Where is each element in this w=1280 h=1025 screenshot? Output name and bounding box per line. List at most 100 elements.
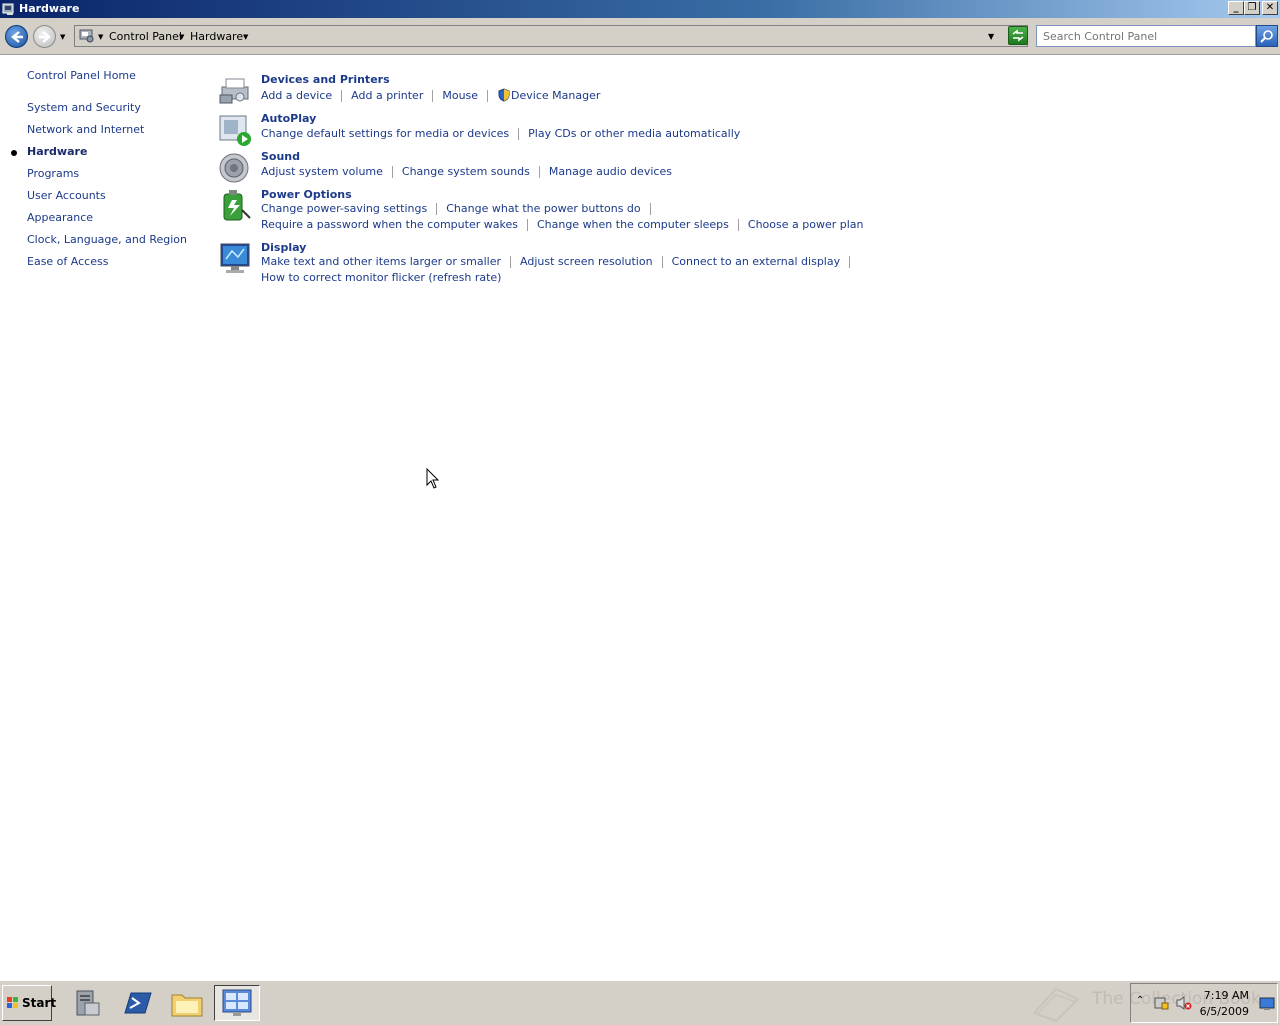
breadcrumb-chevron-icon[interactable]: ▼	[243, 33, 248, 41]
sidebar-item-hardware[interactable]: Hardware	[27, 145, 87, 158]
correct-monitor-flicker-link[interactable]: How to correct monitor flicker (refresh …	[261, 271, 501, 284]
start-label: Start	[22, 996, 57, 1010]
sidebar-item-appearance[interactable]: Appearance	[27, 211, 93, 224]
sidebar-item-clock-language-region[interactable]: Clock, Language, and Region	[27, 233, 187, 246]
uac-shield-icon	[498, 88, 510, 102]
autoplay-link[interactable]: AutoPlay	[261, 112, 316, 125]
category-autoplay: AutoPlay Change default settings for med…	[218, 112, 740, 148]
breadcrumb-control-panel[interactable]: Control Panel	[109, 30, 182, 43]
connect-external-display-link[interactable]: Connect to an external display	[672, 255, 841, 268]
play-cds-automatically-link[interactable]: Play CDs or other media automatically	[528, 127, 740, 140]
autoplay-icon	[219, 115, 251, 146]
start-button[interactable]: Start	[2, 985, 56, 1021]
powershell-taskbar-button[interactable]	[117, 985, 157, 1021]
manage-audio-devices-link[interactable]: Manage audio devices	[549, 165, 672, 178]
autoplay-tasks: Change default settings for media or dev…	[261, 127, 740, 140]
display-link[interactable]: Display	[261, 241, 306, 254]
adjust-system-volume-link[interactable]: Adjust system volume	[261, 165, 383, 178]
search-input[interactable]	[1036, 25, 1256, 47]
speaker-icon	[219, 153, 249, 183]
action-center-icon[interactable]	[1153, 995, 1169, 1011]
clock-time[interactable]: 7:19 AM	[1204, 989, 1249, 1002]
category-display: Display Make text and other items larger…	[218, 241, 851, 287]
sidebar-item-network-and-internet[interactable]: Network and Internet	[27, 123, 144, 136]
title-bar: Hardware _ ❐ ✕	[0, 0, 1280, 18]
link-separator	[341, 90, 343, 102]
mouse-cursor-icon	[426, 468, 440, 489]
category-devices-and-printers: Devices and Printers Add a device Add a p…	[218, 73, 618, 107]
refresh-icon	[1012, 29, 1024, 42]
address-bar[interactable]: ▼ Control Panel ▼ Hardware ▼ ▼	[74, 25, 1028, 47]
search-icon	[1260, 30, 1273, 43]
back-arrow-icon	[11, 31, 23, 43]
mouse-link[interactable]: Mouse	[442, 89, 478, 102]
change-when-computer-sleeps-link[interactable]: Change when the computer sleeps	[537, 218, 729, 231]
clock-date[interactable]: 6/5/2009	[1200, 1005, 1249, 1018]
control-panel-icon	[2, 3, 14, 15]
sidebar-item-ease-of-access[interactable]: Ease of Access	[27, 255, 108, 268]
breadcrumb-chevron-icon[interactable]: ▼	[179, 33, 184, 41]
address-history-dropdown-icon[interactable]: ▼	[988, 32, 994, 41]
navigation-bar: ▼ ▼ Control Panel ▼ Hardware ▼ ▼	[0, 18, 1280, 55]
link-separator	[538, 166, 540, 178]
breadcrumb-hardware[interactable]: Hardware	[190, 30, 243, 43]
refresh-button[interactable]	[1008, 26, 1028, 45]
battery-icon	[223, 190, 251, 221]
link-separator	[510, 256, 511, 268]
power-options-link[interactable]: Power Options	[261, 188, 352, 201]
restore-button[interactable]: ❐	[1244, 1, 1260, 15]
explorer-taskbar-button[interactable]	[167, 985, 207, 1021]
search-button[interactable]	[1256, 25, 1278, 47]
require-password-on-wake-link[interactable]: Require a password when the computer wak…	[261, 218, 518, 231]
adjust-screen-resolution-link[interactable]: Adjust screen resolution	[520, 255, 653, 268]
watermark-book-icon	[1032, 987, 1080, 1023]
sidebar-item-system-and-security[interactable]: System and Security	[27, 101, 141, 114]
minimize-button[interactable]: _	[1228, 1, 1244, 15]
choose-a-power-plan-link[interactable]: Choose a power plan	[748, 218, 864, 231]
link-separator	[432, 90, 434, 102]
category-sound: Sound Adjust system volume Change system …	[218, 150, 672, 184]
link-separator	[391, 166, 393, 178]
show-hidden-icons-chevron-icon[interactable]: ⌃	[1136, 995, 1144, 1006]
notification-area: ⌃ 7:19 AM 6/5/2009	[1130, 983, 1278, 1023]
sidebar-control-panel-home[interactable]: Control Panel Home	[27, 69, 136, 82]
change-system-sounds-link[interactable]: Change system sounds	[402, 165, 530, 178]
link-separator	[849, 256, 851, 268]
location-dropdown-icon[interactable]: ▼	[98, 33, 103, 41]
volume-muted-icon[interactable]	[1175, 995, 1193, 1011]
sidebar-item-programs[interactable]: Programs	[27, 167, 79, 180]
close-button[interactable]: ✕	[1262, 1, 1278, 15]
link-separator	[526, 219, 528, 231]
taskbar: Start The Collection Book ⌃ 7:19 AM 6/5/…	[0, 980, 1280, 1025]
folder-icon	[171, 994, 203, 1017]
back-button[interactable]	[5, 25, 28, 48]
control-panel-taskbar-icon	[222, 989, 252, 1016]
printer-icon	[219, 78, 249, 104]
sidebar-item-user-accounts[interactable]: User Accounts	[27, 189, 106, 202]
category-power-options: Power Options Change power-saving settin…	[218, 188, 864, 234]
show-desktop-icon[interactable]	[1259, 997, 1275, 1011]
change-power-saving-settings-link[interactable]: Change power-saving settings	[261, 202, 427, 215]
device-manager-link[interactable]: Device Manager	[511, 89, 600, 102]
add-a-printer-link[interactable]: Add a printer	[351, 89, 423, 102]
forward-arrow-icon	[39, 31, 51, 43]
change-default-media-settings-link[interactable]: Change default settings for media or dev…	[261, 127, 509, 140]
change-power-buttons-link[interactable]: Change what the power buttons do	[446, 202, 640, 215]
monitor-icon	[220, 243, 250, 273]
sound-tasks: Adjust system volume Change system sounds…	[261, 165, 672, 178]
link-separator	[661, 256, 663, 268]
recent-pages-dropdown-icon[interactable]: ▼	[60, 33, 65, 41]
server-manager-taskbar-button[interactable]	[67, 985, 107, 1021]
control-panel-taskbar-button[interactable]	[214, 985, 260, 1021]
sound-link[interactable]: Sound	[261, 150, 300, 163]
server-manager-icon	[76, 990, 100, 1016]
make-text-larger-link[interactable]: Make text and other items larger or smal…	[261, 255, 501, 268]
powershell-icon	[124, 992, 152, 1014]
devices-and-printers-link[interactable]: Devices and Printers	[261, 73, 390, 86]
add-a-device-link[interactable]: Add a device	[261, 89, 332, 102]
forward-button[interactable]	[33, 25, 56, 48]
windows-flag-icon	[7, 997, 18, 1008]
link-separator	[518, 128, 520, 140]
window-title: Hardware	[19, 2, 80, 15]
link-separator	[649, 203, 651, 215]
